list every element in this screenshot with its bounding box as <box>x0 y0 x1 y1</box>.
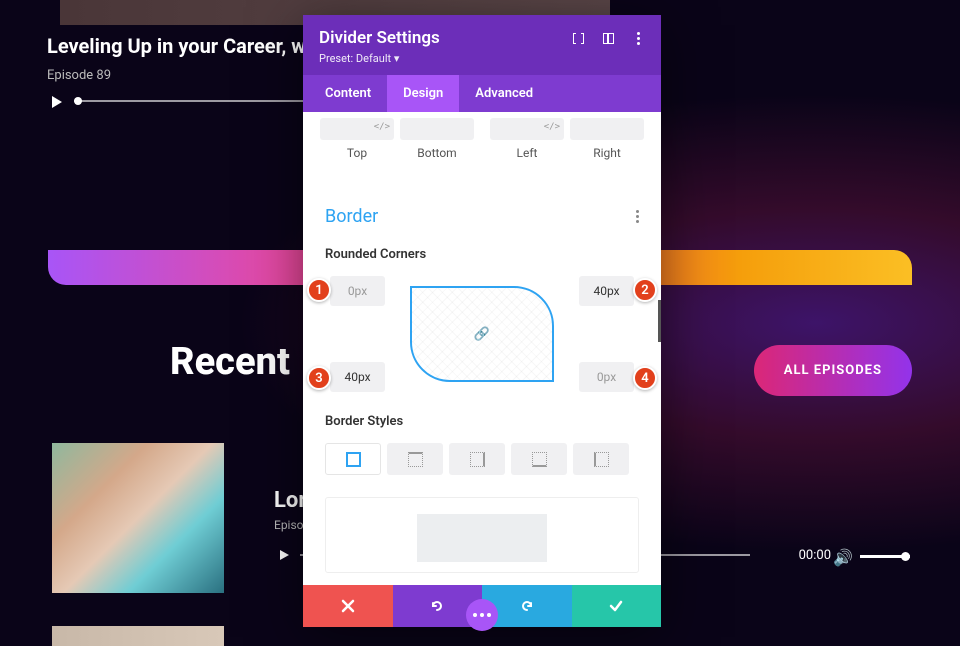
link-icon[interactable]: 🔗 <box>474 327 490 342</box>
panel-tabs: Content Design Advanced <box>303 75 661 112</box>
tab-design[interactable]: Design <box>387 75 459 112</box>
section-menu-icon[interactable] <box>636 208 639 225</box>
more-handle[interactable] <box>466 599 498 631</box>
border-style-top[interactable] <box>387 443 443 475</box>
callout-3: 3 <box>307 366 331 390</box>
rounded-corners-control: 1 2 3 4 0px 40px 40px 0px 🔗 <box>325 274 639 394</box>
border-styles-group <box>325 443 639 475</box>
all-episodes-button[interactable]: ALL EPISODES <box>754 345 912 396</box>
corner-preview: 🔗 <box>410 286 554 382</box>
cancel-button[interactable] <box>303 585 393 627</box>
play-icon[interactable] <box>52 96 62 108</box>
border-style-left[interactable] <box>573 443 629 475</box>
divider-settings-panel: Divider Settings Preset: Default ▾ Conte… <box>303 15 661 627</box>
redo-icon <box>519 598 535 614</box>
play-icon[interactable] <box>280 550 289 560</box>
spacing-top-input[interactable] <box>320 118 394 140</box>
preview-swatch <box>417 514 547 562</box>
volume-icon[interactable]: 🔊 <box>833 548 853 567</box>
spacing-bottom-input[interactable] <box>400 118 474 140</box>
border-style-all[interactable] <box>325 443 381 475</box>
episode-number: Episode 89 <box>47 68 111 83</box>
tab-content[interactable]: Content <box>309 75 387 112</box>
responsive-icon[interactable] <box>601 31 615 45</box>
expand-icon[interactable] <box>571 31 585 45</box>
corner-top-right-input[interactable]: 40px <box>579 276 634 306</box>
page-title: Leveling Up in your Career, w <box>47 34 306 58</box>
check-icon <box>608 598 624 614</box>
callout-4: 4 <box>633 366 657 390</box>
time-display: 00:00 <box>799 548 831 563</box>
preset-dropdown[interactable]: Preset: Default ▾ <box>319 52 645 65</box>
volume-slider[interactable] <box>860 555 910 558</box>
corner-top-left-input[interactable]: 0px <box>330 276 385 306</box>
corner-bottom-left-input[interactable]: 40px <box>330 362 385 392</box>
recent-heading: Recent <box>170 340 290 384</box>
panel-body: Top Bottom Left Right Border Rounded Cor… <box>303 112 661 585</box>
spacing-top-label: Top <box>347 146 367 160</box>
save-button[interactable] <box>572 585 662 627</box>
kebab-menu-icon[interactable] <box>631 31 645 45</box>
panel-title: Divider Settings <box>319 28 440 48</box>
episode-thumbnail[interactable] <box>52 626 224 646</box>
callout-2: 2 <box>633 278 657 302</box>
spacing-right-label: Right <box>593 146 621 160</box>
episode-subtitle: Episo <box>274 518 304 532</box>
callout-1: 1 <box>307 278 331 302</box>
close-icon <box>341 599 355 613</box>
spacing-left-input[interactable] <box>490 118 564 140</box>
scrollbar[interactable] <box>658 300 661 342</box>
border-section-title[interactable]: Border <box>325 206 378 227</box>
border-preview <box>325 497 639 573</box>
border-styles-label: Border Styles <box>325 414 639 429</box>
corner-bottom-right-input[interactable]: 0px <box>579 362 634 392</box>
tab-advanced[interactable]: Advanced <box>459 75 549 112</box>
border-style-right[interactable] <box>449 443 505 475</box>
rounded-corners-label: Rounded Corners <box>325 247 639 262</box>
border-style-bottom[interactable] <box>511 443 567 475</box>
spacing-right-input[interactable] <box>570 118 644 140</box>
panel-header: Divider Settings Preset: Default ▾ <box>303 15 661 75</box>
episode-title: Lor <box>274 488 306 513</box>
episode-thumbnail[interactable] <box>52 443 224 593</box>
undo-icon <box>429 598 445 614</box>
spacing-left-label: Left <box>517 146 538 160</box>
spacing-bottom-label: Bottom <box>417 146 456 160</box>
